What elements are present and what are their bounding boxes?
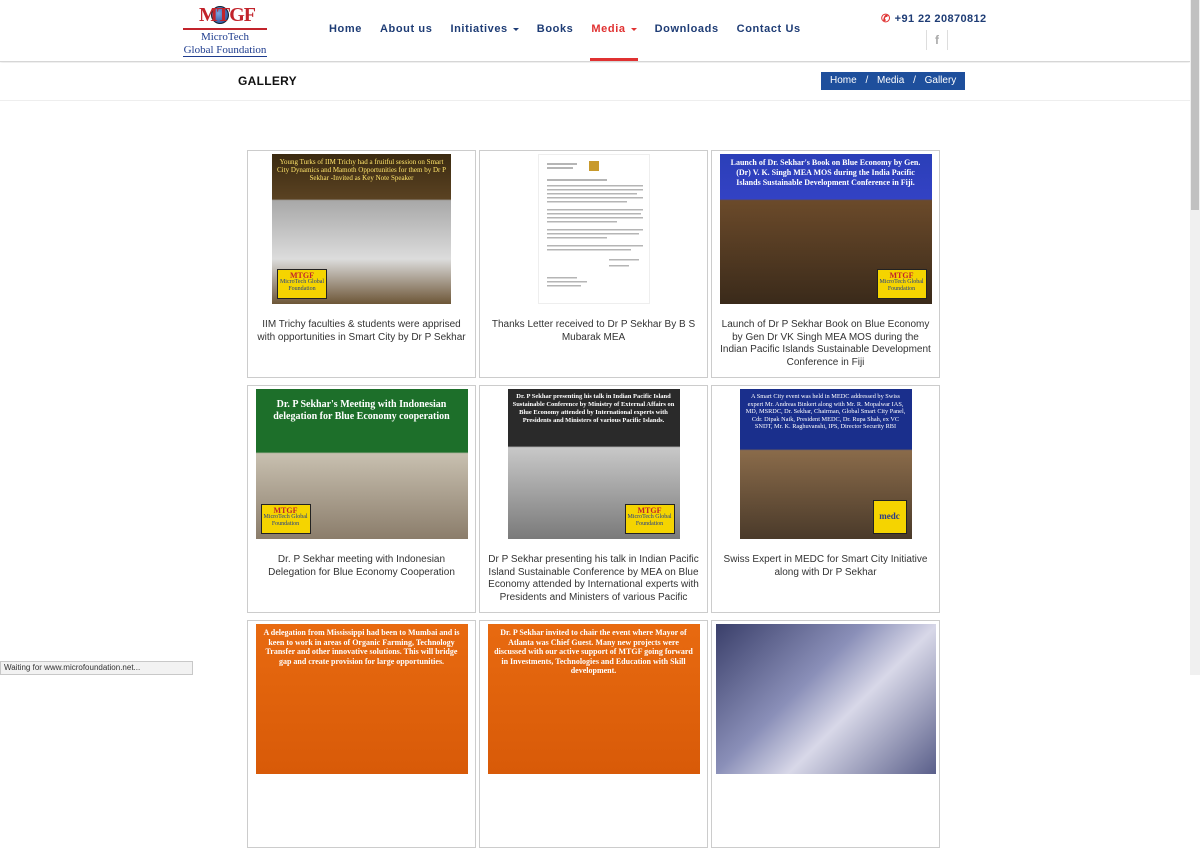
mtgf-badge: MTGF MicroTech Global Foundation [277, 269, 327, 299]
mtgf-badge: MTGF MicroTech Global Foundation [260, 504, 311, 534]
nav-label: Initiatives [450, 23, 508, 35]
gallery-item[interactable]: Dr. P Sekhar presenting his talk in Indi… [479, 385, 708, 613]
phone-number[interactable]: ✆ +91 22 20870812 [881, 12, 987, 25]
nav-item-contact[interactable]: Contact Us [728, 0, 810, 62]
thumb-text: Young Turks of IIM Trichy had a fruitful… [277, 158, 446, 182]
thumb-text: A Smart City event was held in MEDC addr… [745, 393, 906, 431]
breadcrumb-gallery: Gallery [924, 75, 957, 86]
gallery-image[interactable] [537, 154, 650, 304]
gallery-item[interactable]: Dr. P Sekhar invited to chair the event … [479, 620, 708, 848]
main-nav: Home About us Initiatives Books Media Do… [320, 0, 810, 62]
breadcrumb-media[interactable]: Media [877, 75, 904, 86]
gallery-item[interactable]: Launch of Dr. Sekhar's Book on Blue Econ… [711, 150, 940, 378]
gallery-item[interactable]: Dr. P Sekhar's Meeting with Indonesian d… [247, 385, 476, 613]
site-logo[interactable]: MTGF MicroTech Global Foundation [181, 4, 269, 58]
logo-line2: Global Foundation [183, 44, 267, 56]
page-title-bar: GALLERY Home / Media / Gallery [0, 63, 1190, 101]
logo-rule-bottom [183, 56, 267, 57]
gallery-image[interactable]: Launch of Dr. Sekhar's Book on Blue Econ… [719, 154, 932, 304]
nav-item-media[interactable]: Media [582, 0, 645, 62]
thumb-text: Dr. P Sekhar invited to chair the event … [494, 628, 693, 675]
gallery-image[interactable]: A Smart City event was held in MEDC addr… [739, 389, 912, 539]
thumb-text: Dr. P Sekhar's Meeting with Indonesian d… [273, 399, 450, 422]
scrollbar-thumb[interactable] [1191, 0, 1199, 210]
gallery-caption: Dr. P Sekhar meeting with Indonesian Del… [268, 554, 455, 578]
nav-label: Contact Us [736, 23, 801, 35]
gallery-image[interactable]: Dr. P Sekhar presenting his talk in Indi… [507, 389, 680, 539]
logo-line1: MicroTech [200, 31, 250, 43]
logo-rule [183, 28, 267, 30]
phone-text: +91 22 20870812 [894, 13, 987, 25]
thumb-text: Dr. P Sekhar presenting his talk in Indi… [512, 393, 675, 424]
gallery-caption: IIM Trichy faculties & students were app… [257, 319, 466, 343]
mtgf-badge: MTGF MicroTech Global Foundation [876, 269, 927, 299]
breadcrumb-separator: / [865, 75, 869, 86]
nav-item-home[interactable]: Home [320, 0, 371, 62]
gallery-caption: Thanks Letter received to Dr P Sekhar By… [491, 319, 696, 343]
nav-label: Home [329, 23, 362, 35]
gallery-item[interactable]: A delegation from Mississippi had been t… [247, 620, 476, 848]
phone-icon: ✆ [881, 13, 891, 25]
gallery-item[interactable]: A Smart City event was held in MEDC addr… [711, 385, 940, 613]
page-scrollbar[interactable] [1190, 0, 1200, 675]
browser-status-bar: Waiting for www.microfoundation.net... [0, 661, 193, 675]
breadcrumb-separator: / [913, 75, 916, 86]
page-title: GALLERY [238, 74, 297, 88]
logo-letters: MTGF [199, 4, 256, 26]
gallery-item[interactable]: Young Turks of IIM Trichy had a fruitful… [247, 150, 476, 378]
facebook-icon[interactable]: f [926, 30, 948, 50]
nav-item-downloads[interactable]: Downloads [646, 0, 728, 62]
gallery-caption: Launch of Dr P Sekhar Book on Blue Econo… [720, 319, 931, 367]
caret-down-icon [630, 27, 637, 31]
gallery-item[interactable] [711, 620, 940, 848]
gallery-image[interactable]: Dr. P Sekhar invited to chair the event … [487, 624, 700, 774]
gallery-caption: Swiss Expert in MEDC for Smart City Init… [723, 554, 928, 578]
thumb-text: A delegation from Mississippi had been t… [263, 628, 460, 666]
nav-item-initiatives[interactable]: Initiatives [441, 0, 527, 62]
mtgf-badge: MTGF MicroTech Global Foundation [624, 504, 675, 534]
nav-label: Books [536, 23, 574, 35]
site-header: MTGF MicroTech Global Foundation Home Ab… [0, 0, 1190, 62]
gallery-image[interactable]: A delegation from Mississippi had been t… [255, 624, 468, 774]
nav-item-about[interactable]: About us [371, 0, 441, 62]
gallery-image[interactable]: Dr. P Sekhar's Meeting with Indonesian d… [255, 389, 468, 539]
thumb-text: Launch of Dr. Sekhar's Book on Blue Econ… [730, 158, 921, 187]
breadcrumb-home[interactable]: Home [830, 75, 857, 86]
nav-label: About us [379, 23, 433, 35]
breadcrumb: Home / Media / Gallery [821, 72, 966, 90]
letter-document [546, 161, 643, 287]
nav-label: Media [591, 23, 626, 35]
gallery-image[interactable]: Young Turks of IIM Trichy had a fruitful… [272, 154, 451, 304]
gallery-caption: Dr P Sekhar presenting his talk in India… [488, 554, 699, 602]
medc-logo: medc [872, 500, 907, 534]
gallery-item[interactable]: Thanks Letter received to Dr P Sekhar By… [479, 150, 708, 378]
gallery-image[interactable] [715, 624, 936, 774]
nav-item-books[interactable]: Books [528, 0, 583, 62]
caret-down-icon [512, 27, 519, 31]
nav-label: Downloads [654, 23, 719, 35]
